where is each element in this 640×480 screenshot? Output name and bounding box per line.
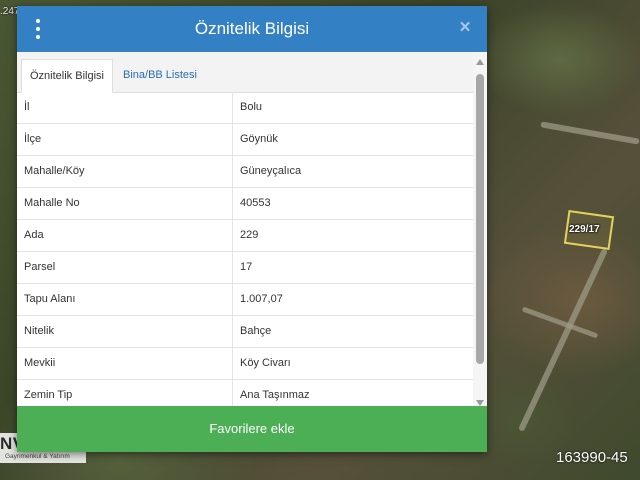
listing-id: 163990-45 <box>556 449 628 466</box>
scroll-thumb[interactable] <box>476 74 484 364</box>
row-value: Bolu <box>240 101 263 113</box>
parcel-label: 229/17 <box>569 224 600 235</box>
row-key: İl <box>17 92 233 123</box>
table-row: Mevkii Köy Civarı <box>17 348 473 380</box>
row-key: Nitelik <box>17 316 233 347</box>
table-row: İlçe Göynük <box>17 124 473 156</box>
table-row: Mahalle No 40553 <box>17 188 473 220</box>
tab-attribute-info[interactable]: Öznitelik Bilgisi <box>21 59 113 93</box>
table-row: Zemin Tip Ana Taşınmaz <box>17 380 473 406</box>
scroll-up-arrow-icon[interactable] <box>476 59 484 65</box>
logo-subtitle: Gayrimenkul & Yatırım <box>5 453 70 460</box>
row-value: Bahçe <box>240 325 272 337</box>
row-key: İlçe <box>17 124 233 155</box>
map-road <box>540 121 640 145</box>
table-row: Mahalle/Köy Güneyçalıca <box>17 156 473 188</box>
row-value: 40553 <box>240 197 271 209</box>
row-key: Parsel <box>17 252 233 283</box>
table-row: Tapu Alanı 1.007,07 <box>17 284 473 316</box>
table-row: Parsel 17 <box>17 252 473 284</box>
map-road <box>518 248 608 432</box>
table-row: İl Bolu <box>17 92 473 124</box>
row-key: Tapu Alanı <box>17 284 233 315</box>
row-value: Köy Civarı <box>240 357 291 369</box>
attribute-table: İl Bolu İlçe Göynük Mahalle/Köy Güneyçal… <box>17 92 473 406</box>
row-value: 229 <box>240 229 259 241</box>
row-value: Göynük <box>240 133 278 145</box>
tab-building-list[interactable]: Bina/BB Listesi <box>115 59 205 91</box>
dialog-title: Öznitelik Bilgisi <box>194 19 310 38</box>
dialog-header: Öznitelik Bilgisi × <box>17 6 487 52</box>
row-key: Zemin Tip <box>17 380 233 406</box>
map-road <box>521 306 599 339</box>
row-value: 1.007,07 <box>240 293 283 305</box>
row-key: Ada <box>17 220 233 251</box>
row-value: 17 <box>240 261 253 273</box>
table-row: Ada 229 <box>17 220 473 252</box>
row-value: Ana Taşınmaz <box>240 389 310 401</box>
attribute-dialog: Öznitelik Bilgisi × Öznitelik Bilgisi Bi… <box>17 6 487 452</box>
vertical-scrollbar[interactable] <box>473 52 487 406</box>
tab-bar: Öznitelik Bilgisi Bina/BB Listesi <box>17 52 473 93</box>
row-key: Mevkii <box>17 348 233 379</box>
row-key: Mahalle/Köy <box>17 156 233 187</box>
close-icon[interactable]: × <box>455 18 475 38</box>
row-value: Güneyçalıca <box>240 165 302 177</box>
table-row: Nitelik Bahçe <box>17 316 473 348</box>
row-key: Mahalle No <box>17 188 233 219</box>
add-to-favorites-button[interactable]: Favorilere ekle <box>17 406 487 452</box>
